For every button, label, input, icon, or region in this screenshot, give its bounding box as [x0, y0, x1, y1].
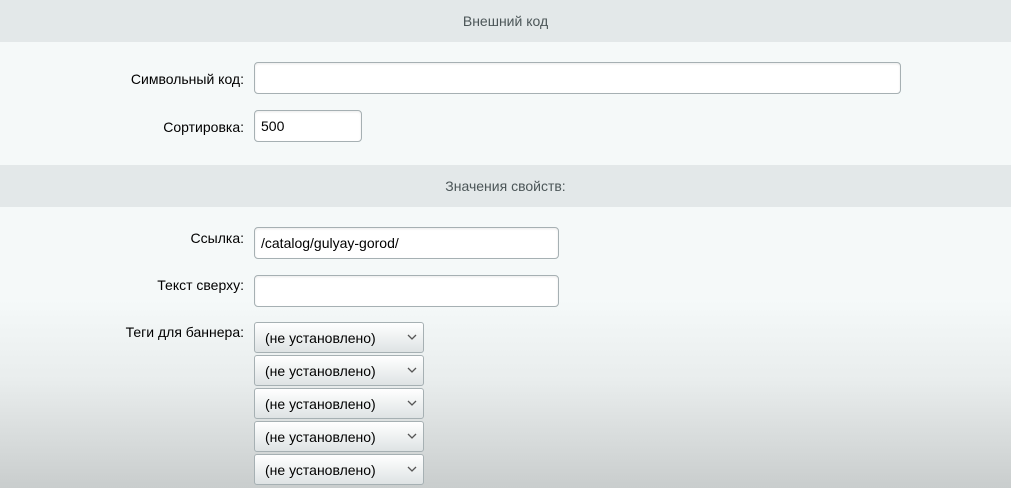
select-value: (не установлено) — [265, 362, 376, 379]
link-label: Ссылка: — [190, 230, 244, 246]
section-title: Значения свойств: — [445, 178, 566, 194]
banner-tag-select-2[interactable]: (не установлено) — [254, 355, 424, 386]
chevron-down-icon — [407, 466, 417, 472]
select-value: (не установлено) — [265, 329, 376, 346]
select-value: (не установлено) — [265, 395, 376, 412]
sort-input[interactable] — [254, 110, 362, 142]
chevron-down-icon — [407, 334, 417, 340]
chevron-down-icon — [407, 367, 417, 373]
symbolic-code-label: Символьный код: — [130, 71, 244, 87]
top-text-input[interactable] — [254, 275, 559, 307]
section-header-properties: Значения свойств: — [0, 165, 1011, 207]
section-header-external-code: Внешний код — [0, 0, 1011, 42]
select-value: (не установлено) — [265, 461, 376, 478]
banner-tag-select-1[interactable]: (не установлено) — [254, 322, 424, 353]
section-title: Внешний код — [462, 13, 549, 29]
top-text-label: Текст сверху: — [157, 277, 244, 293]
symbolic-code-input[interactable] — [254, 62, 901, 94]
chevron-down-icon — [407, 400, 417, 406]
form-page: Внешний код Символьный код: Сортировка: … — [0, 0, 1011, 488]
link-input[interactable] — [254, 227, 559, 259]
chevron-down-icon — [407, 433, 417, 439]
banner-tag-select-5[interactable]: (не установлено) — [254, 454, 424, 485]
sort-label: Сортировка: — [163, 119, 244, 135]
banner-tags-label: Теги для баннера: — [125, 324, 244, 340]
select-value: (не установлено) — [265, 428, 376, 445]
banner-tag-select-4[interactable]: (не установлено) — [254, 421, 424, 452]
banner-tag-select-3[interactable]: (не установлено) — [254, 388, 424, 419]
